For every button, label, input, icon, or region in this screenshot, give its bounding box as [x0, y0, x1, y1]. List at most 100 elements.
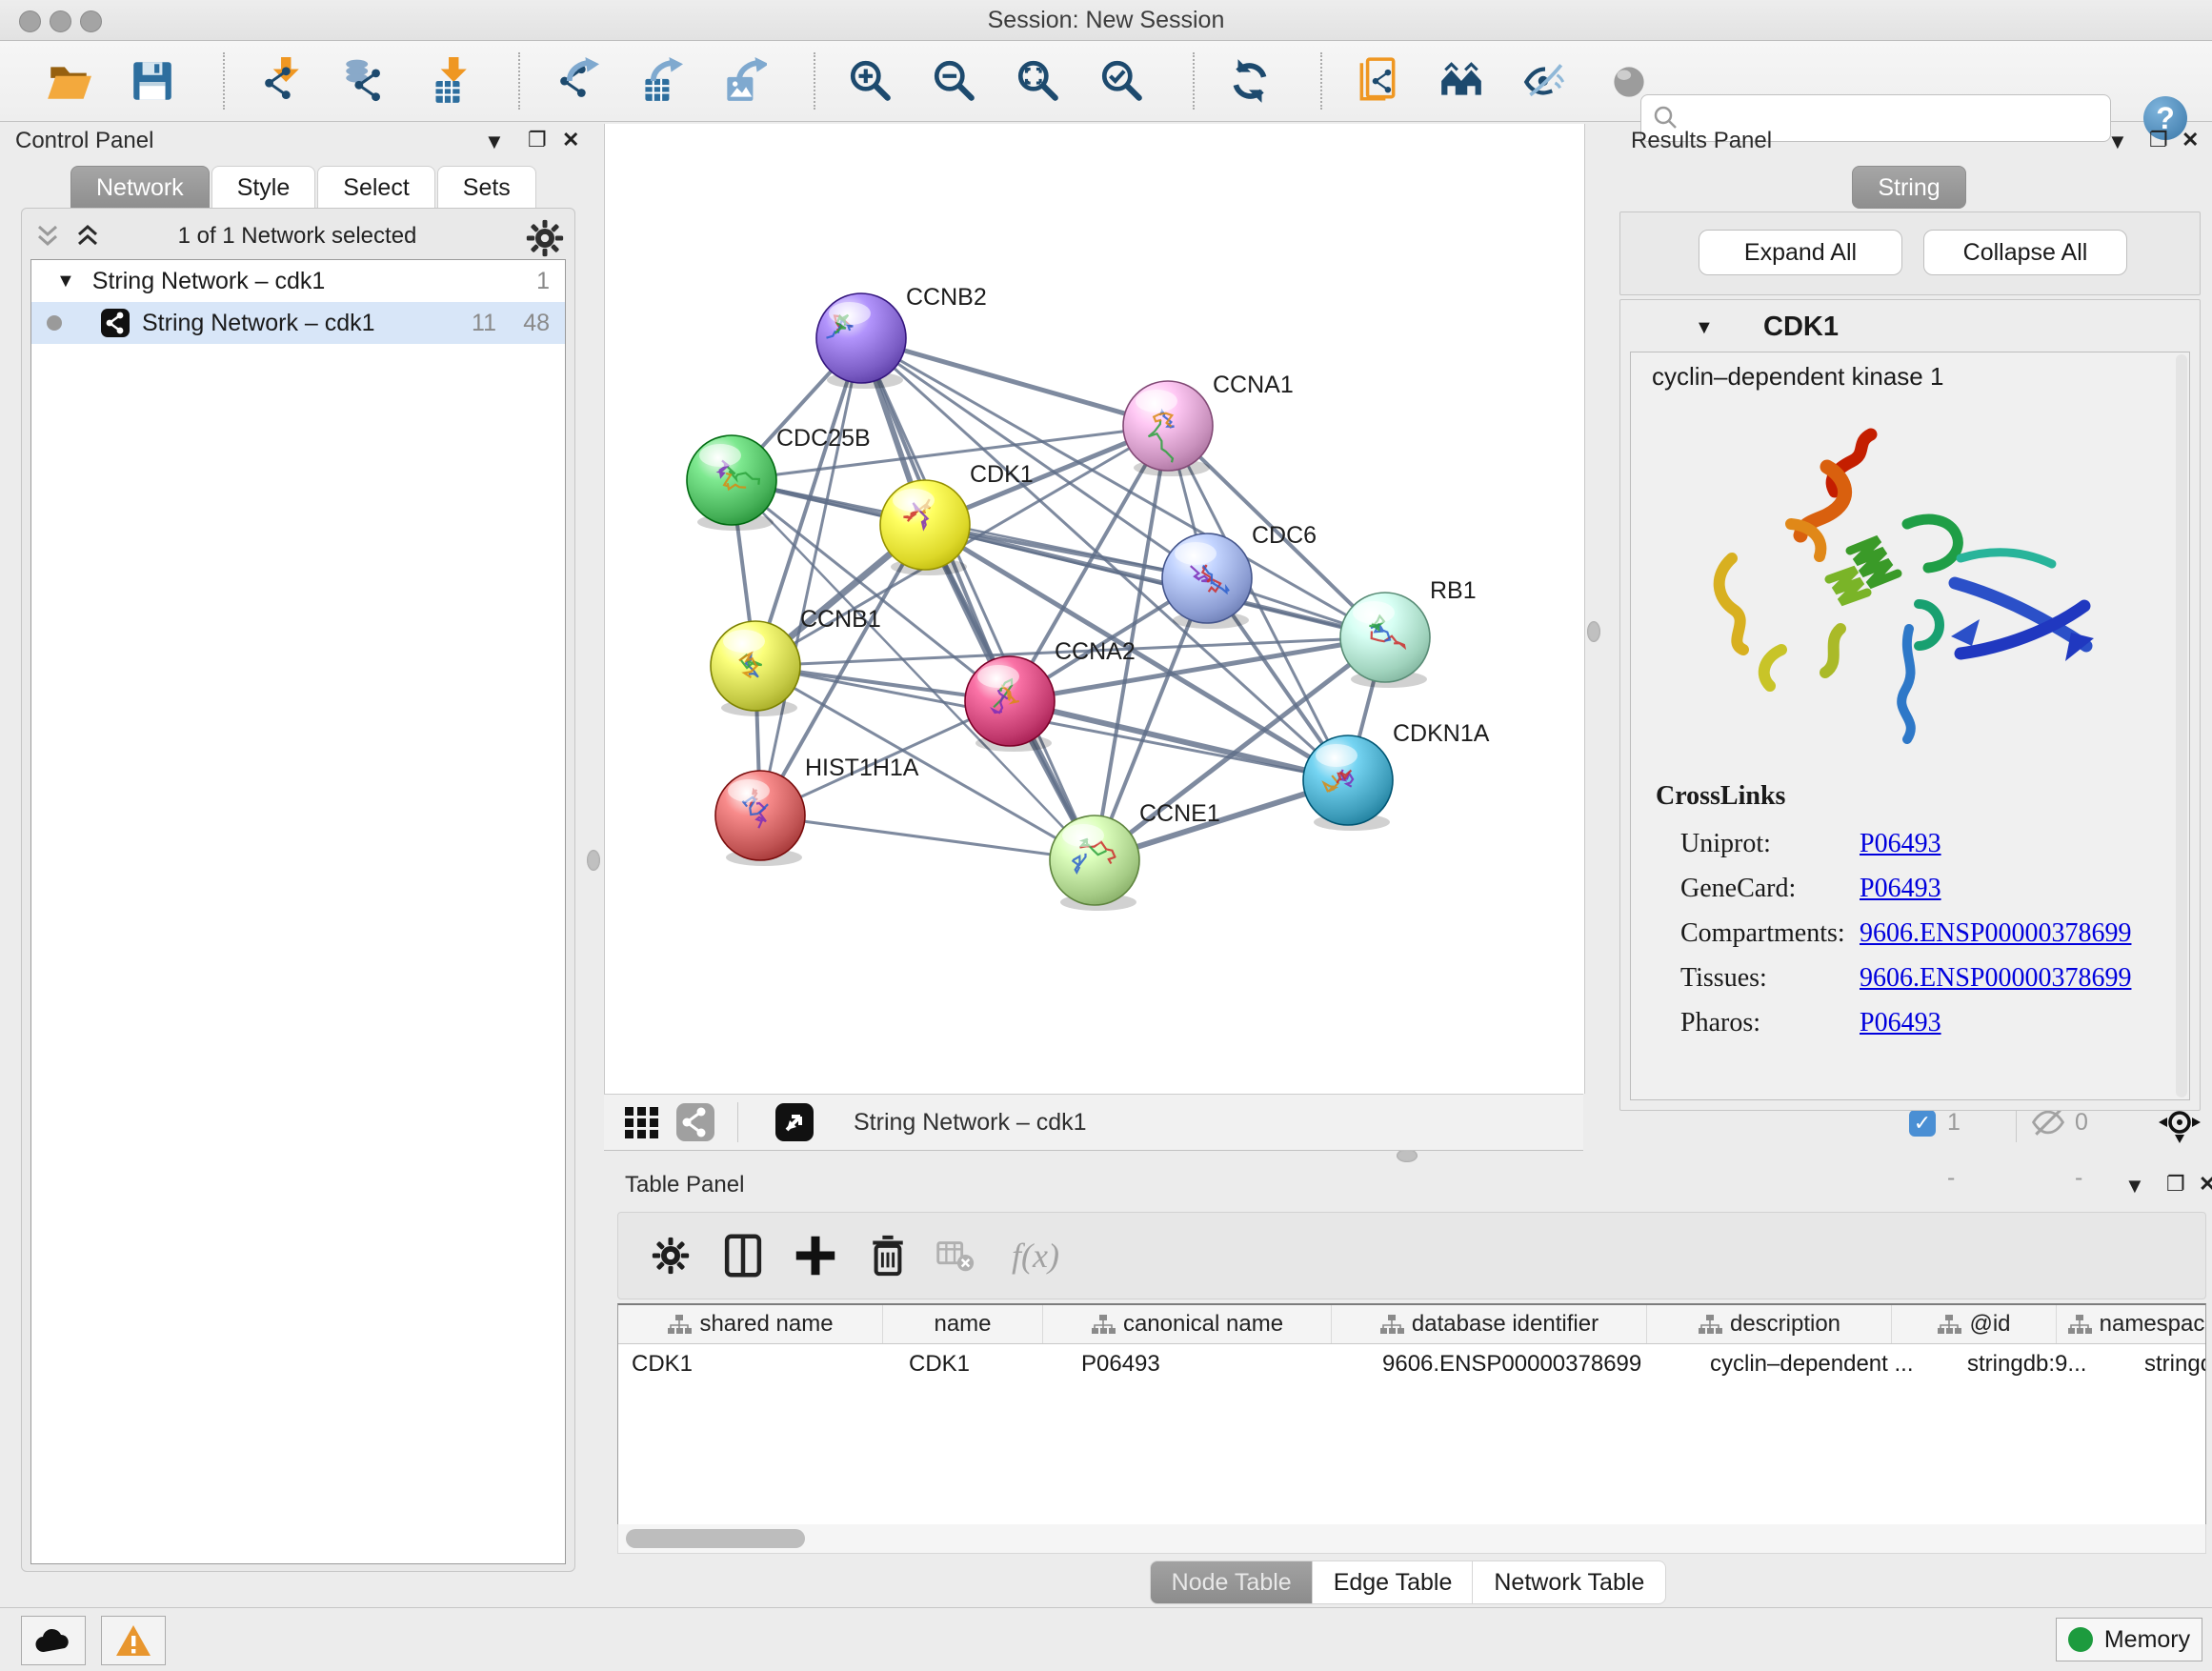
hide-selected-button[interactable]: [1518, 54, 1572, 108]
warnings-button[interactable]: [101, 1616, 166, 1665]
table-header-row: shared name name canonical name database…: [618, 1305, 2205, 1344]
network-selection-status: 1 of 1 Network selected: [21, 223, 573, 250]
node-CCNA1[interactable]: CCNA1: [1123, 372, 1294, 476]
panel-menu-icon[interactable]: ▼: [2124, 1174, 2145, 1198]
network-canvas[interactable]: CCNB2 CCNA1 CDC25B CDK1 CDC6 RB1: [604, 124, 1585, 1094]
import-network-from-database-button[interactable]: [337, 54, 391, 108]
detach-view-icon[interactable]: [774, 1101, 815, 1143]
column-header-id[interactable]: @id: [1892, 1305, 2057, 1343]
panel-menu-icon[interactable]: ▼: [484, 130, 505, 154]
export-network-button[interactable]: [549, 54, 602, 108]
column-header-databaseidentifier[interactable]: database identifier: [1332, 1305, 1647, 1343]
import-table-from-file-button[interactable]: [421, 54, 474, 108]
expand-all-button[interactable]: Expand All: [1699, 230, 1902, 275]
column-namespace-icon: [1379, 1313, 1404, 1336]
zoom-out-button[interactable]: [928, 54, 981, 108]
gene-entry-header[interactable]: ▼ CDK1: [1620, 308, 2200, 350]
export-table-button[interactable]: [633, 54, 686, 108]
import-network-from-file-button[interactable]: [253, 54, 307, 108]
tab-style[interactable]: Style: [211, 166, 316, 209]
crosslink-row: GeneCard: P06493: [1656, 866, 2170, 911]
zoom-fit-button[interactable]: [1012, 54, 1065, 108]
tab-sets[interactable]: Sets: [437, 166, 536, 209]
float-panel-icon[interactable]: ❐: [2166, 1172, 2185, 1197]
zoom-selected-button[interactable]: [1096, 54, 1149, 108]
network-options-gear-icon[interactable]: [526, 219, 564, 262]
network-collection-row[interactable]: ▼ String Network – cdk1 1: [31, 260, 565, 302]
table-horizontal-scrollbar[interactable]: [617, 1524, 2206, 1554]
entry-expander-icon[interactable]: ▼: [1695, 317, 1714, 339]
crosslink-link[interactable]: 9606.ENSP00000378699: [1860, 963, 2131, 994]
first-neighbors-button[interactable]: [1435, 54, 1488, 108]
float-panel-icon[interactable]: ❐: [2149, 128, 2168, 152]
table-cell[interactable]: CDK1: [618, 1344, 895, 1384]
right-splitter-handle[interactable]: [1587, 621, 1600, 642]
export-image-button[interactable]: [716, 54, 770, 108]
collapse-all-button[interactable]: Collapse All: [1923, 230, 2127, 275]
scrollbar-thumb[interactable]: [626, 1529, 805, 1548]
tab-edge-table[interactable]: Edge Table: [1312, 1560, 1475, 1604]
network-row[interactable]: String Network – cdk1 11 48: [31, 302, 565, 344]
node-RB1[interactable]: RB1: [1340, 577, 1477, 688]
application-window: Session: New Session: [0, 0, 2212, 1671]
new-network-from-selection-icon: [1354, 57, 1401, 105]
node-CDKN1A[interactable]: CDKN1A: [1303, 720, 1490, 831]
column-header-sharedname[interactable]: shared name: [618, 1305, 883, 1343]
node-HIST1H1A[interactable]: HIST1H1A: [715, 755, 919, 866]
edge-CCNA2-CDKN1A[interactable]: [1010, 701, 1348, 780]
column-header-canonicalname[interactable]: canonical name: [1043, 1305, 1332, 1343]
table-settings-gear-icon[interactable]: [645, 1230, 696, 1281]
edge-HIST1H1A-CCNE1[interactable]: [760, 815, 1095, 860]
panel-menu-icon[interactable]: ▼: [2107, 130, 2128, 154]
table-cell[interactable]: P06493: [1068, 1344, 1369, 1384]
create-column-icon[interactable]: [790, 1230, 841, 1281]
tab-network-table[interactable]: Network Table: [1472, 1560, 1666, 1604]
float-panel-icon[interactable]: ❐: [528, 128, 547, 152]
tab-string[interactable]: String: [1852, 166, 1965, 209]
results-vertical-scrollbar[interactable]: [2176, 354, 2187, 1097]
table-cell[interactable]: stringdb: [2131, 1344, 2206, 1384]
crosslink-link[interactable]: 9606.ENSP00000378699: [1860, 918, 2131, 949]
tree-expander-icon[interactable]: ▼: [56, 271, 75, 292]
edge-CCNB2-HIST1H1A[interactable]: [760, 338, 861, 815]
cloud-button[interactable]: [21, 1616, 86, 1665]
warning-icon: [114, 1623, 152, 1658]
node-CDC25B[interactable]: CDC25B: [687, 425, 871, 531]
crosslink-link[interactable]: P06493: [1860, 874, 1941, 904]
left-splitter-handle[interactable]: [587, 850, 600, 871]
edge-CCNB2-CCNA1[interactable]: [861, 338, 1168, 426]
refresh-button[interactable]: [1223, 54, 1277, 108]
crosslink-link[interactable]: P06493: [1860, 829, 1941, 859]
column-header-name[interactable]: name: [883, 1305, 1043, 1343]
close-panel-icon[interactable]: ✕: [2182, 128, 2199, 152]
tab-network[interactable]: Network: [70, 166, 210, 209]
save-session-button[interactable]: [126, 54, 179, 108]
tab-node-table[interactable]: Node Table: [1150, 1560, 1314, 1604]
table-cell[interactable]: 9606.ENSP00000378699: [1369, 1344, 1697, 1384]
tab-select[interactable]: Select: [317, 166, 434, 209]
zoom-in-button[interactable]: [844, 54, 897, 108]
network-view-icon[interactable]: [674, 1101, 716, 1143]
column-header-namespac[interactable]: namespac: [2057, 1305, 2206, 1343]
delete-column-icon[interactable]: [862, 1230, 914, 1281]
edge-CCNB2-CCNE1[interactable]: [861, 338, 1095, 860]
table-cell[interactable]: cyclin–dependent ...: [1697, 1344, 1954, 1384]
table-row[interactable]: CDK1CDK1P064939606.ENSP00000378699cyclin…: [618, 1344, 2205, 1384]
grid-view-icon[interactable]: [621, 1101, 663, 1143]
node-label-CDKN1A: CDKN1A: [1393, 720, 1490, 747]
table-cell[interactable]: stringdb:9...: [1954, 1344, 2131, 1384]
open-session-button[interactable]: [42, 54, 95, 108]
table-cell[interactable]: CDK1: [895, 1344, 1068, 1384]
close-panel-icon[interactable]: ✕: [562, 128, 579, 152]
bottom-splitter-handle[interactable]: [1397, 1149, 1418, 1162]
network-label: String Network – cdk1: [142, 310, 375, 337]
crosslink-link[interactable]: P06493: [1860, 1008, 1941, 1038]
crosslink-row: Pharos: P06493: [1656, 1000, 2170, 1045]
new-network-from-selection-button[interactable]: [1351, 54, 1404, 108]
zoom-fit-icon: [1015, 57, 1062, 105]
memory-button[interactable]: Memory: [2056, 1618, 2202, 1661]
node-label-CCNA2: CCNA2: [1055, 638, 1136, 665]
close-panel-icon[interactable]: ✕: [2199, 1172, 2212, 1197]
column-header-description[interactable]: description: [1647, 1305, 1892, 1343]
show-columns-icon[interactable]: [717, 1230, 769, 1281]
